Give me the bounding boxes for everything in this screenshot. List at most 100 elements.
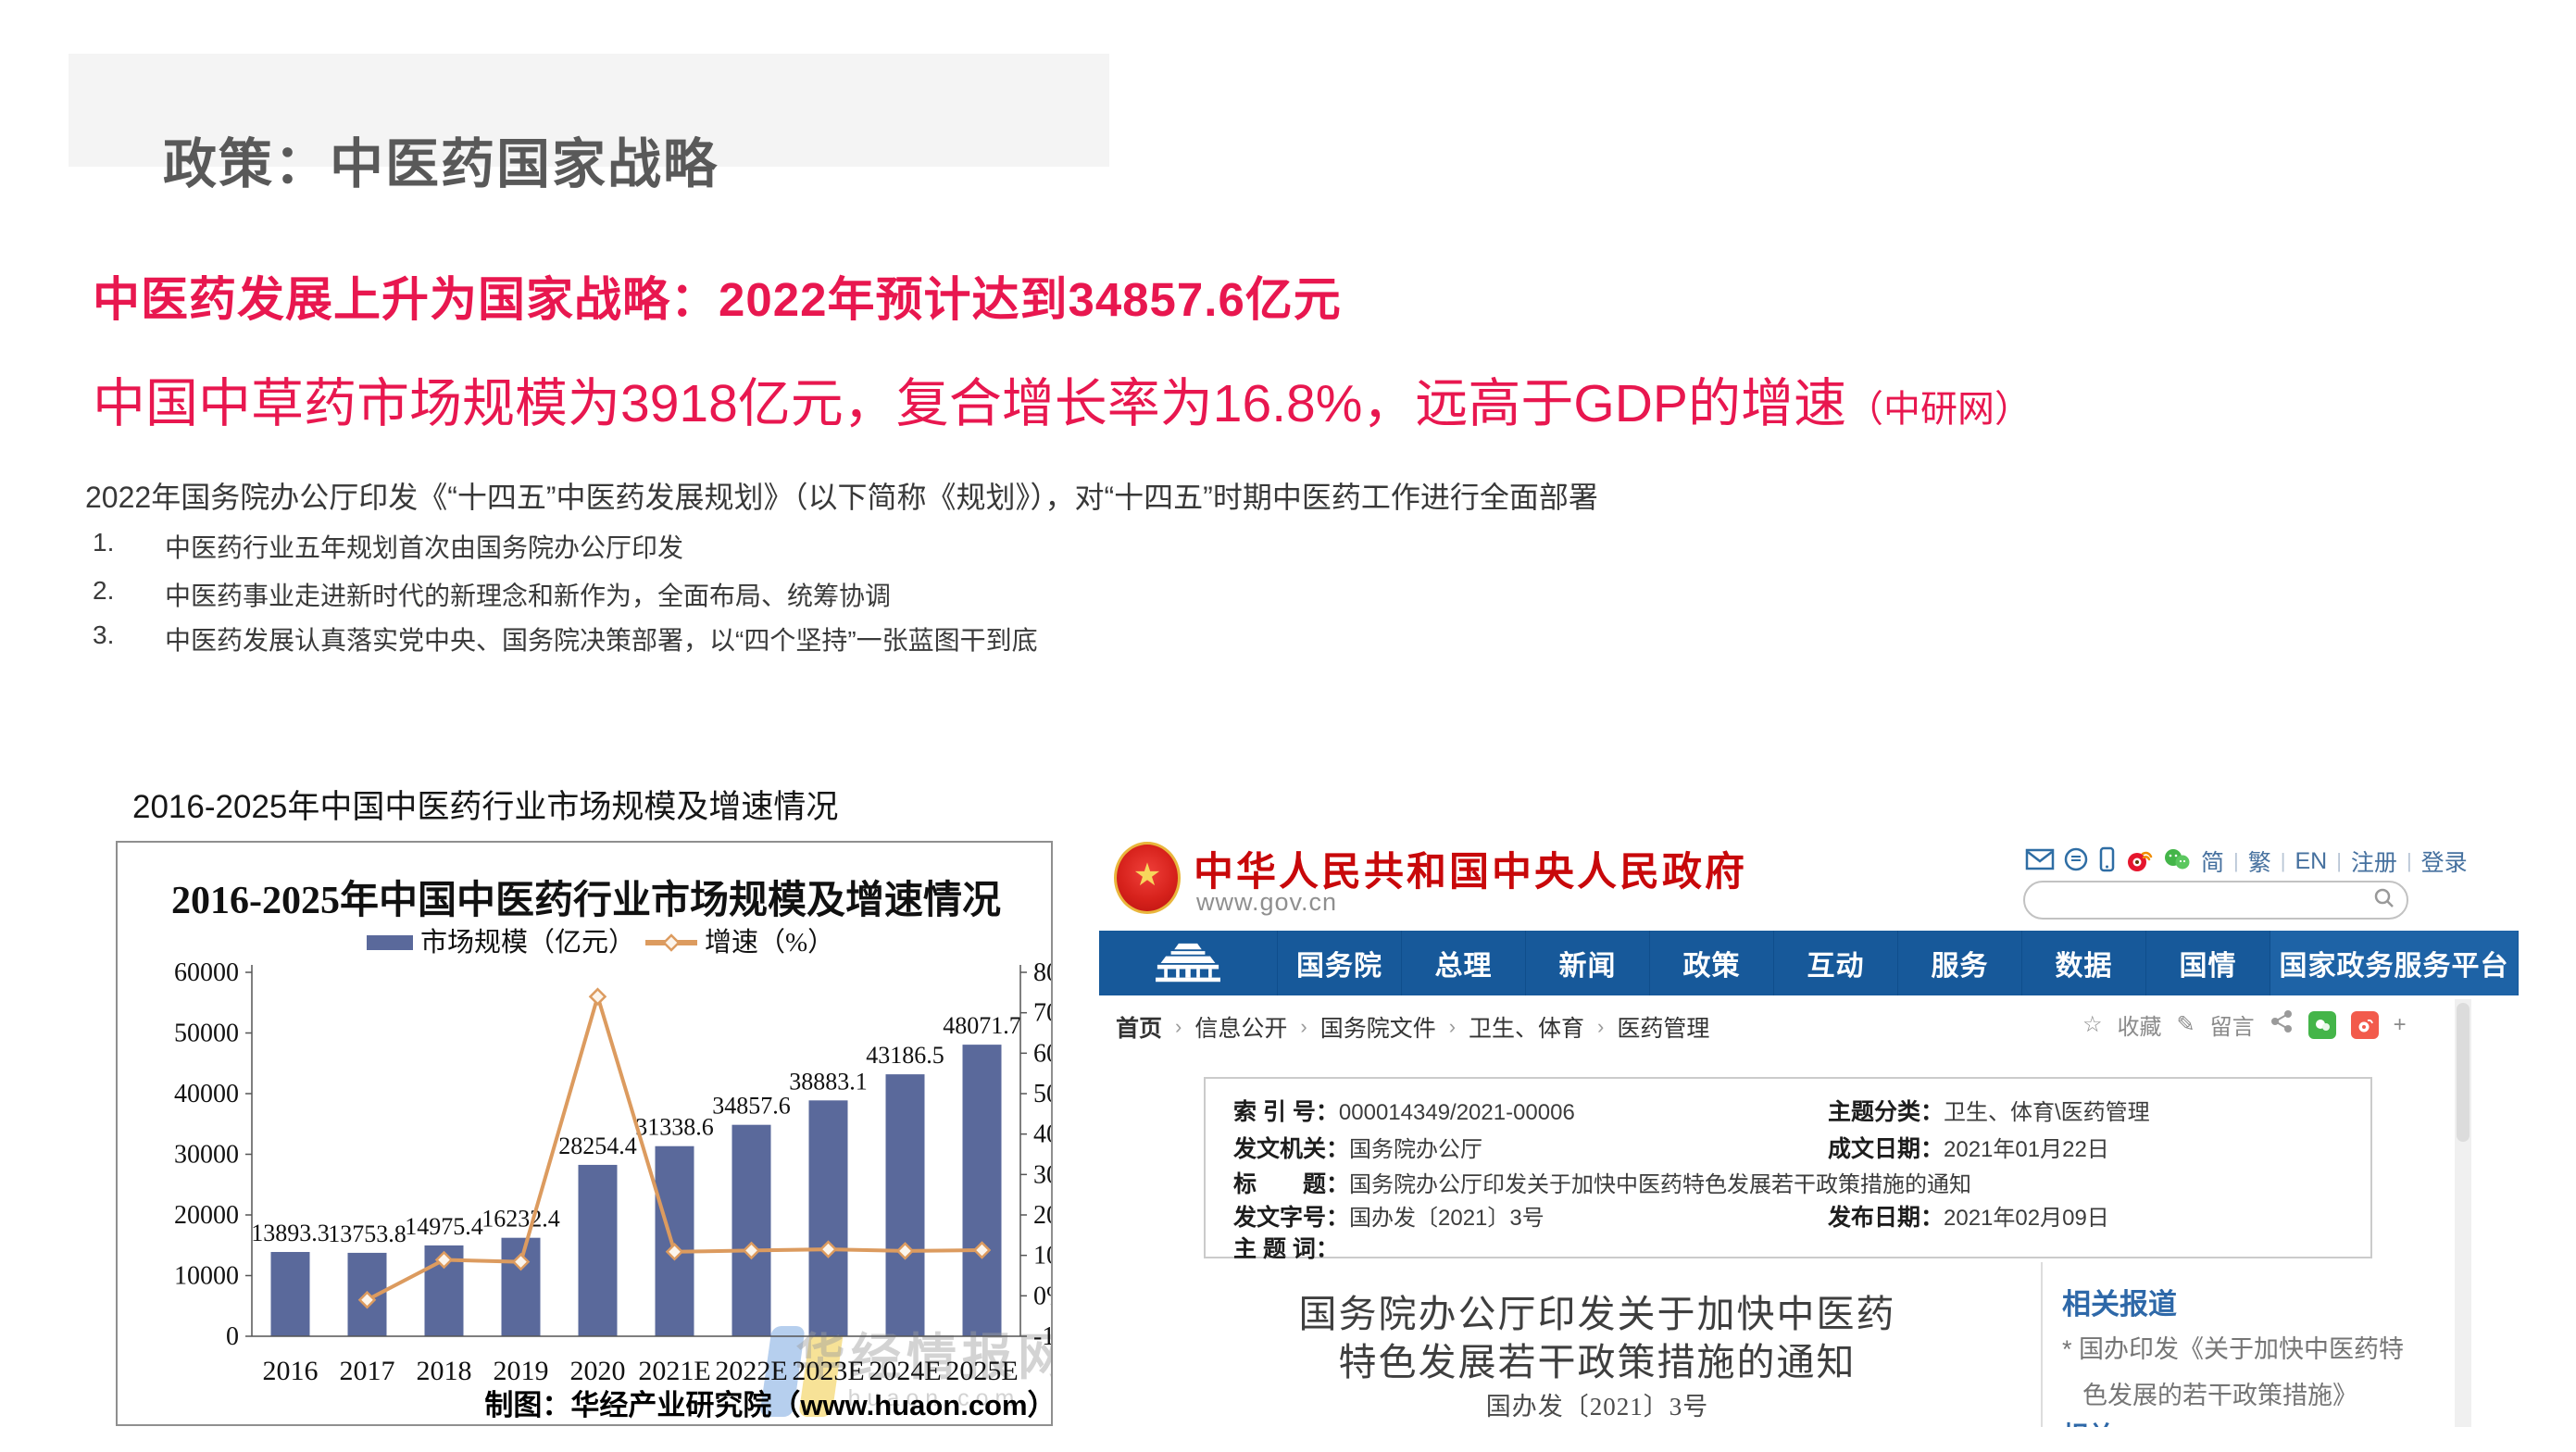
headline-secondary: 中国中草药市场规模为3918亿元，复合增长率为16.8%，远高于GDP的增速（中… xyxy=(93,361,2032,437)
svg-text:38883.1: 38883.1 xyxy=(789,1068,868,1095)
svg-text:28254.4: 28254.4 xyxy=(558,1133,637,1159)
svg-text:70%: 70% xyxy=(1033,999,1051,1028)
svg-text:2020: 2020 xyxy=(570,1356,626,1386)
meta-row: 索 引 号：000014349/2021-00006 xyxy=(1233,1094,1575,1127)
list-item: 中医药事业走进新时代的新理念和新作为，全面布局、统筹协调 xyxy=(165,576,891,613)
share-wechat-icon[interactable] xyxy=(2308,1011,2336,1039)
svg-text:31338.6: 31338.6 xyxy=(635,1114,714,1141)
meta-row: 成文日期：2021年01月22日 xyxy=(1828,1131,2109,1164)
breadcrumb-docs[interactable]: 国务院文件 xyxy=(1320,1010,1436,1044)
nav-item-xinwen[interactable]: 新闻 xyxy=(1525,931,1649,995)
document-meta-card: 索 引 号：000014349/2021-00006 主题分类：卫生、体育\医药… xyxy=(1204,1077,2372,1258)
related-report-link[interactable]: * 国办印发《关于加快中医药特 xyxy=(2062,1329,2404,1365)
svg-text:10000: 10000 xyxy=(174,1262,239,1291)
share-weibo-icon[interactable] xyxy=(2351,1011,2379,1039)
svg-text:60%: 60% xyxy=(1033,1039,1051,1068)
favorite-label[interactable]: 收藏 xyxy=(2118,1008,2162,1041)
market-size-chart: 13893.313753.814975.416232.428254.431338… xyxy=(116,841,1053,1426)
list-item: 中医药发展认真落实党中央、国务院决策部署，以“四个坚持”一张蓝图干到底 xyxy=(165,620,1038,657)
svg-text:2016: 2016 xyxy=(263,1356,319,1386)
meta-row: 发文机关：国务院办公厅 xyxy=(1233,1131,1482,1164)
svg-text:-10%: -10% xyxy=(1033,1322,1051,1351)
document-title-line1: 国务院办公厅印发关于加快中医药 xyxy=(1134,1283,2060,1338)
nav-home-tiananmen-icon[interactable] xyxy=(1099,931,1277,995)
mobile-icon[interactable] xyxy=(2099,846,2116,877)
intro-paragraph: 2022年国务院办公厅印发《“十四五”中医药发展规划》（以下简称《规划》），对“… xyxy=(85,474,1598,517)
sidebar-divider xyxy=(2041,1262,2043,1427)
meta-row: 主题分类：卫生、体育\医药管理 xyxy=(1828,1094,2150,1127)
nav-item-zongli[interactable]: 总理 xyxy=(1401,931,1525,995)
svg-text:2017: 2017 xyxy=(340,1356,395,1386)
meta-row: 主 题 词： xyxy=(1233,1231,1339,1264)
slide-title-box: 政策：中医药国家战略 xyxy=(69,54,1109,167)
list-number: 2. xyxy=(93,576,148,606)
nav-item-zhengce[interactable]: 政策 xyxy=(1649,931,1773,995)
svg-text:40%: 40% xyxy=(1033,1120,1051,1149)
comment-pencil-icon[interactable]: ✎ xyxy=(2177,1011,2195,1038)
page-title: 政策：中医药国家战略 xyxy=(163,120,719,198)
svg-text:20%: 20% xyxy=(1033,1201,1051,1230)
search-bar xyxy=(2023,881,2408,920)
svg-text:60000: 60000 xyxy=(174,958,239,987)
svg-text:市场规模（亿元）: 市场规模（亿元） xyxy=(420,927,635,958)
breadcrumb-info[interactable]: 信息公开 xyxy=(1194,1010,1287,1044)
svg-text:48071.7: 48071.7 xyxy=(943,1012,1021,1039)
svg-text:2023E: 2023E xyxy=(792,1356,864,1386)
search-input[interactable] xyxy=(2042,886,2373,914)
search-icon[interactable] xyxy=(2373,887,2395,914)
svg-text:2024E: 2024E xyxy=(869,1356,941,1386)
gov-site-url[interactable]: www.gov.cn xyxy=(1196,888,1337,917)
nav-item-hudong[interactable]: 互动 xyxy=(1773,931,1897,995)
gov-website-screenshot: ★ 中华人民共和国中央人民政府 www.gov.cn 简 | 繁 | EN | … xyxy=(1099,829,2519,1427)
meta-row: 发布日期：2021年02月09日 xyxy=(1828,1199,2109,1233)
weibo-icon[interactable] xyxy=(2125,846,2153,877)
list-item: 中医药行业五年规划首次由国务院办公厅印发 xyxy=(165,528,683,565)
svg-text:34857.6: 34857.6 xyxy=(712,1093,791,1120)
document-number: 国办发〔2021〕3号 xyxy=(1134,1386,2060,1422)
breadcrumb-health[interactable]: 卫生、体育 xyxy=(1469,1010,1584,1044)
meta-row: 标 题：国务院办公厅印发关于加快中医药特色发展若干政策措施的通知 xyxy=(1233,1166,1971,1199)
headline-source-tag: （中研网） xyxy=(1846,389,2032,430)
clipped-sidebar-heading: 相关 xyxy=(2062,1416,2114,1427)
lang-traditional-link[interactable]: 繁 xyxy=(2248,845,2271,878)
breadcrumb-current: 医药管理 xyxy=(1617,1010,1709,1044)
share-icon[interactable] xyxy=(2270,1009,2294,1040)
favorite-star-icon[interactable]: ☆ xyxy=(2082,1011,2103,1038)
breadcrumb: 首页 › 信息公开 › 国务院文件 › 卫生、体育 › 医药管理 xyxy=(1116,1010,1709,1044)
nav-item-fuwu[interactable]: 服务 xyxy=(1897,931,2021,995)
nav-item-zhengwu-platform[interactable]: 国家政务服务平台 xyxy=(2270,931,2518,995)
scrollbar-thumb[interactable] xyxy=(2457,1003,2470,1142)
svg-text:20000: 20000 xyxy=(174,1201,239,1230)
breadcrumb-home[interactable]: 首页 xyxy=(1116,1010,1162,1044)
message-icon[interactable] xyxy=(2064,847,2090,876)
lang-en-link[interactable]: EN xyxy=(2295,848,2327,875)
svg-text:制图：华经产业研究院（www.huaon.com）: 制图：华经产业研究院（www.huaon.com） xyxy=(484,1389,1051,1421)
list-number: 1. xyxy=(93,528,148,557)
nav-item-shuju[interactable]: 数据 xyxy=(2021,931,2145,995)
svg-text:2016-2025年中国中医药行业市场规模及增速情况: 2016-2025年中国中医药行业市场规模及增速情况 xyxy=(171,879,1001,922)
svg-text:0%: 0% xyxy=(1033,1282,1051,1310)
svg-text:14975.4: 14975.4 xyxy=(405,1213,483,1240)
wechat-icon[interactable] xyxy=(2162,847,2192,876)
share-more-plus[interactable]: + xyxy=(2394,1012,2407,1038)
svg-text:13893.3: 13893.3 xyxy=(251,1220,330,1246)
gov-top-links: 简 | 繁 | EN | 注册 | 登录 xyxy=(2025,845,2468,877)
page-actions: ☆ 收藏 ✎ 留言 + xyxy=(2082,1008,2407,1041)
login-link[interactable]: 登录 xyxy=(2421,845,2468,878)
lang-simplified-link[interactable]: 简 xyxy=(2201,845,2224,878)
mail-icon[interactable] xyxy=(2025,847,2055,876)
svg-text:30000: 30000 xyxy=(174,1141,239,1170)
svg-text:2021E: 2021E xyxy=(638,1356,710,1386)
svg-text:2025E: 2025E xyxy=(945,1356,1018,1386)
svg-text:16232.4: 16232.4 xyxy=(481,1206,560,1233)
svg-text:30%: 30% xyxy=(1033,1160,1051,1189)
national-emblem-icon: ★ xyxy=(1114,842,1181,914)
svg-text:10%: 10% xyxy=(1033,1242,1051,1270)
comment-label[interactable]: 留言 xyxy=(2210,1008,2255,1041)
nav-item-guowuyuan[interactable]: 国务院 xyxy=(1277,931,1401,995)
related-report-link-cont[interactable]: 色发展的若干政策措施》 xyxy=(2082,1375,2357,1411)
register-link[interactable]: 注册 xyxy=(2351,845,2397,878)
nav-item-guoqing[interactable]: 国情 xyxy=(2145,931,2270,995)
headline-secondary-text: 中国中草药市场规模为3918亿元，复合增长率为16.8%，远高于GDP的增速 xyxy=(93,374,1846,433)
svg-text:43186.5: 43186.5 xyxy=(866,1042,944,1069)
